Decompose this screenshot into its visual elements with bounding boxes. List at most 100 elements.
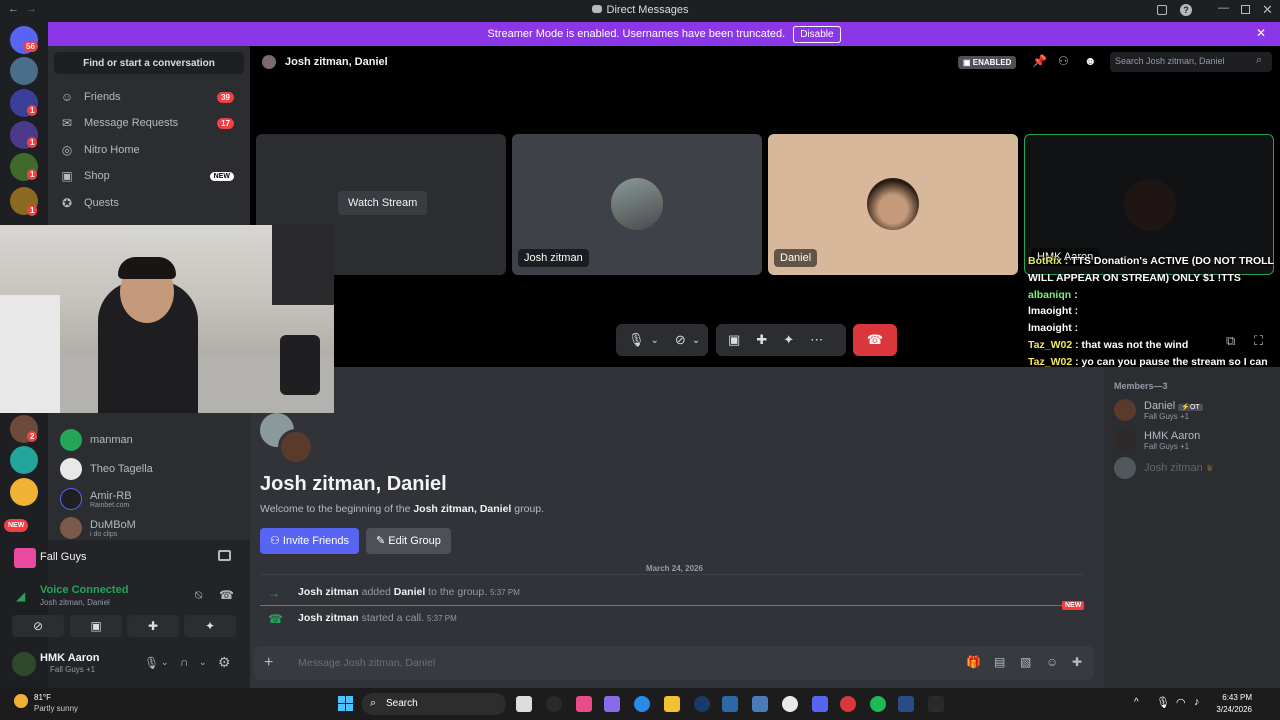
emoji-icon[interactable]: ☺ xyxy=(1046,655,1058,669)
taskbar-app-icon[interactable] xyxy=(722,696,738,712)
microphone-icon[interactable]: 🎙 xyxy=(628,332,645,348)
chevron-down-icon[interactable]: ⌄ xyxy=(161,657,169,668)
chevron-down-icon[interactable]: ⌄ xyxy=(692,335,700,346)
taskbar-app-icon[interactable] xyxy=(752,696,768,712)
nav-label: Quests xyxy=(84,197,119,209)
message-actor[interactable]: Josh zitman xyxy=(298,586,359,598)
microphone-icon[interactable]: 🎙 xyxy=(1156,696,1170,709)
camera-off-icon[interactable]: ⊘ xyxy=(675,332,686,348)
taskbar-app-icon[interactable] xyxy=(928,696,944,712)
message-target[interactable]: Daniel xyxy=(394,586,426,598)
add-member-icon[interactable]: ⚇ xyxy=(1058,54,1069,68)
soundboard-button[interactable]: ✦ xyxy=(184,615,236,637)
invite-friends-button[interactable]: ⚇ Invite Friends xyxy=(260,528,359,554)
disable-button[interactable]: Disable xyxy=(793,25,841,43)
participant-tile[interactable]: Daniel xyxy=(768,134,1018,275)
banner-close-icon[interactable]: ✕ xyxy=(1256,26,1266,40)
sticker-icon[interactable]: ▧ xyxy=(1020,655,1031,669)
taskbar-app-icon[interactable] xyxy=(664,696,680,712)
microphone-icon[interactable]: 🎙 xyxy=(144,656,159,670)
message-actor[interactable]: Josh zitman xyxy=(298,612,359,624)
taskbar-app-icon[interactable] xyxy=(604,696,620,712)
taskbar-app-icon[interactable] xyxy=(576,696,592,712)
wifi-icon[interactable]: ◠ xyxy=(1176,696,1186,709)
voice-channel[interactable]: Josh zitman, Daniel xyxy=(40,598,110,607)
disconnect-icon[interactable]: ☎ xyxy=(219,588,234,602)
taskbar-search[interactable]: ⌕ Search xyxy=(362,693,506,715)
server-icon[interactable] xyxy=(10,478,38,506)
tray-chevron-icon[interactable]: ^ xyxy=(1134,697,1139,708)
server-icon[interactable] xyxy=(10,57,38,85)
participant-tile[interactable]: Josh zitman xyxy=(512,134,762,275)
inbox-icon[interactable] xyxy=(1157,5,1167,15)
nav-shop[interactable]: ▣ Shop NEW xyxy=(56,163,244,189)
member-list-icon[interactable]: ☻ xyxy=(1084,54,1097,68)
voice-status[interactable]: Voice Connected xyxy=(40,584,128,596)
dm-item[interactable]: DuMBoM i do clips xyxy=(56,514,244,542)
weather-desc[interactable]: Partly sunny xyxy=(34,704,78,713)
chevron-down-icon[interactable]: ⌄ xyxy=(199,657,207,668)
taskbar-app-icon[interactable] xyxy=(546,696,562,712)
avatar xyxy=(60,517,82,539)
group-avatar-icon xyxy=(262,55,276,69)
weather-temp[interactable]: 81°F xyxy=(34,693,51,702)
avatar xyxy=(60,429,82,451)
minimize-icon[interactable]: — xyxy=(1218,2,1229,14)
find-conversation-button[interactable]: Find or start a conversation xyxy=(54,52,244,74)
member-item[interactable]: HMK Aaron Fall Guys +1 xyxy=(1114,426,1274,454)
disconnect-call-button[interactable]: ☎ xyxy=(853,324,897,356)
help-icon[interactable]: ? xyxy=(1180,4,1192,16)
activities-icon[interactable]: ✚ xyxy=(756,332,767,348)
taskbar-app-icon[interactable] xyxy=(812,696,828,712)
screen-share-icon[interactable]: ▣ xyxy=(728,332,740,348)
user-name[interactable]: HMK Aaron xyxy=(40,652,99,664)
gif-icon[interactable]: ▤ xyxy=(994,655,1005,669)
search-input[interactable]: Search Josh zitman, Daniel ⌕ xyxy=(1110,52,1272,72)
headphones-icon[interactable]: ∩ xyxy=(180,655,189,669)
taskbar-app-icon[interactable] xyxy=(898,696,914,712)
taskbar-app-icon[interactable] xyxy=(516,696,532,712)
gift-icon[interactable]: 🎁 xyxy=(966,655,981,669)
activities-button[interactable]: ✚ xyxy=(127,615,179,637)
apps-icon[interactable]: ✚ xyxy=(1072,655,1082,669)
camera-off-button[interactable]: ⊘ xyxy=(12,615,64,637)
clock-time[interactable]: 6:43 PM xyxy=(1216,693,1252,702)
chat-area: Josh zitman, Daniel Welcome to the begin… xyxy=(250,367,1110,688)
member-item[interactable]: Josh zitman ♛ xyxy=(1114,454,1274,482)
dm-item[interactable]: manman xyxy=(56,426,244,454)
taskbar-app-icon[interactable] xyxy=(782,696,798,712)
taskbar-app-icon[interactable] xyxy=(634,696,650,712)
weather-icon[interactable] xyxy=(14,694,28,708)
more-icon[interactable]: ⋯ xyxy=(810,332,823,348)
server-icon[interactable] xyxy=(10,446,38,474)
noise-suppression-icon[interactable]: ⍉ xyxy=(195,588,202,603)
nav-nitro-home[interactable]: ◎ Nitro Home xyxy=(56,137,244,163)
watch-stream-button[interactable]: Watch Stream xyxy=(338,191,428,215)
stream-preview-icon[interactable] xyxy=(218,550,231,561)
taskbar-app-icon[interactable] xyxy=(694,696,710,712)
screen-share-button[interactable]: ▣ xyxy=(70,615,122,637)
message-input[interactable]: + Message Josh zitman, Daniel 🎁 ▤ ▧ ☺ ✚ xyxy=(254,646,1094,680)
dm-item[interactable]: Amir-RB Rainbet.com xyxy=(56,485,244,513)
windows-start-icon[interactable] xyxy=(338,696,354,712)
add-attachment-icon[interactable]: + xyxy=(264,654,273,672)
soundboard-icon[interactable]: ✦ xyxy=(783,332,794,348)
close-window-icon[interactable]: ✕ xyxy=(1262,2,1273,18)
maximize-icon[interactable] xyxy=(1241,5,1250,14)
nav-message-requests[interactable]: ✉ Message Requests 17 xyxy=(56,110,244,136)
edit-group-button[interactable]: ✎ Edit Group xyxy=(366,528,451,554)
nav-quests[interactable]: ✪ Quests xyxy=(56,190,244,216)
settings-gear-icon[interactable]: ⚙ xyxy=(218,654,231,671)
user-avatar[interactable] xyxy=(12,652,36,676)
pin-icon[interactable]: 📌 xyxy=(1032,54,1047,68)
nav-friends[interactable]: ☺ Friends 39 xyxy=(56,84,244,110)
dm-item[interactable]: Theo Tagella xyxy=(56,455,244,483)
clock-date[interactable]: 3/24/2026 xyxy=(1212,705,1252,714)
volume-icon[interactable]: ♪ xyxy=(1194,696,1200,708)
taskbar-app-icon[interactable] xyxy=(840,696,856,712)
window-title: Direct Messages xyxy=(0,4,1280,16)
taskbar-app-icon[interactable] xyxy=(870,696,886,712)
member-item[interactable]: Daniel ⚡OT Fall Guys +1 xyxy=(1114,396,1274,424)
dm-status: i do clips xyxy=(90,530,118,538)
chevron-down-icon[interactable]: ⌄ xyxy=(651,335,659,346)
